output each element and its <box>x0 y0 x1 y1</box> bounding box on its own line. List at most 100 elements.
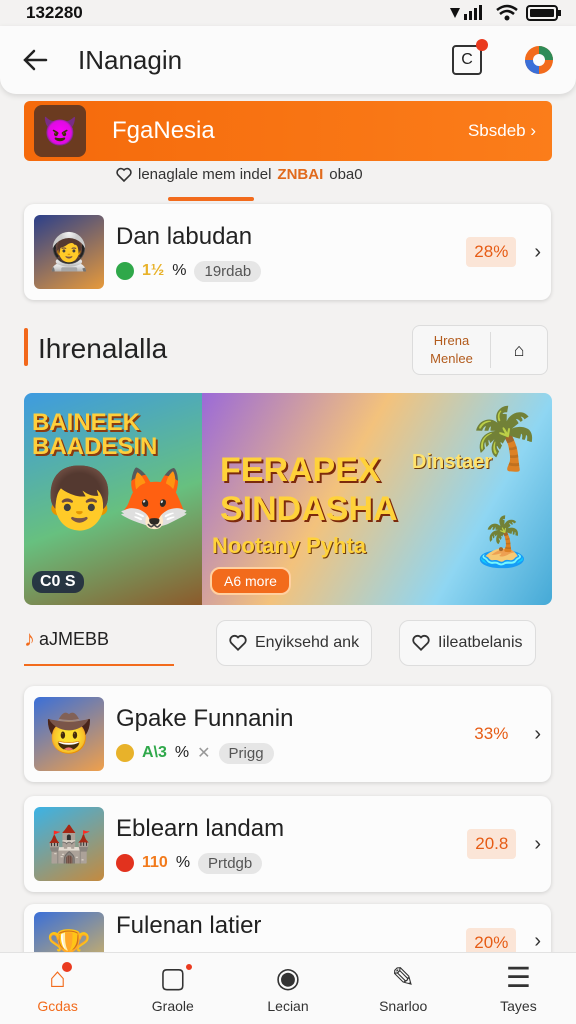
card-meta: A\3 % ✕ Prigg <box>116 742 466 764</box>
filter-main[interactable]: ♪ aJMEBB <box>24 626 109 652</box>
banner-left-title: BAINEEK BAADESIN <box>32 409 158 460</box>
chevron-right-icon[interactable]: › <box>534 723 541 746</box>
list-item[interactable]: 🏰 Eblearn landam 110 % Prtdgb 20.8 › <box>24 796 551 892</box>
card-body: Fulenan latier <box>116 912 466 940</box>
bottom-nav: ⌂ Gcdas ▢ Graole ◉ Lecian ✎ Snarloo ☰ Ta… <box>0 952 576 1024</box>
document-icon: ☰ <box>505 961 531 993</box>
notification-icon: C <box>461 51 473 68</box>
promo-link[interactable]: Sbsdeb › <box>468 121 536 141</box>
app-rating: 110 <box>142 854 168 871</box>
app-bar: INanagin C <box>0 26 576 94</box>
close-icon: ✕ <box>197 745 211 762</box>
featured-banner[interactable]: BAINEEK BAADESIN 👦🦊 C0 S FERAPEX SINDASH… <box>24 393 552 605</box>
filter-underline <box>24 664 174 666</box>
app-title: Gpake Funnanin <box>116 704 294 732</box>
palm-tree-image: 🌴 <box>467 405 542 472</box>
notification-button[interactable]: C <box>452 39 488 75</box>
section-more-label: Hrena Menlee <box>413 332 491 368</box>
notification-badge <box>476 39 488 51</box>
app-rating: A\3 <box>142 744 167 761</box>
tip-highlight: ZNBAI <box>277 166 324 183</box>
nav-item-lecian[interactable]: ◉ Lecian <box>230 953 345 1024</box>
banner-right-subtitle: Nootany Pyhta <box>212 533 367 558</box>
top-app-rating: 1½ <box>142 262 165 279</box>
battery-icon <box>526 5 561 21</box>
top-app-rating-suffix: % <box>172 262 187 279</box>
fire-icon <box>116 854 134 872</box>
app-percent: 33% <box>474 724 509 743</box>
app-title: Eblearn landam <box>116 814 285 842</box>
nav-item-home[interactable]: ⌂ Gcdas <box>0 953 115 1024</box>
tip-text: lenaglale mem indel <box>138 166 272 183</box>
chevron-right-icon[interactable]: › <box>534 241 541 264</box>
nav-badge <box>60 959 75 974</box>
chat-icon[interactable]: ⌂ <box>491 340 547 361</box>
heart-icon <box>229 634 247 652</box>
nav-label: Gcdas <box>37 997 78 1014</box>
card-meta: 110 % Prtdgb <box>116 852 467 874</box>
music-note-icon: ♪ <box>24 626 35 651</box>
section-more-button[interactable]: Hrena Menlee ⌂ <box>412 325 548 375</box>
banner-cta-button[interactable]: A6 more <box>210 567 291 595</box>
card-body: Gpake Funnanin A\3 % ✕ Prigg <box>116 705 466 764</box>
filter-chip-label: Enyiksehd ank <box>255 634 360 651</box>
tip-underline <box>168 197 254 201</box>
promo-avatar: 😈 <box>34 105 86 157</box>
app-icon: 🏰 <box>34 807 104 881</box>
tip-suffix: oba0 <box>329 166 363 183</box>
banner-left-panel[interactable]: BAINEEK BAADESIN 👦🦊 C0 S <box>24 393 202 605</box>
top-app-tag: 19rdab <box>194 260 262 282</box>
top-app-title: Dan labudan <box>116 222 253 250</box>
app-logo-icon[interactable] <box>522 43 556 77</box>
promo-name: FgaNesia <box>112 117 215 144</box>
app-percent: 20.8 <box>467 829 517 859</box>
app-icon: 🤠 <box>34 697 104 771</box>
status-bar: 132280 <box>0 0 576 26</box>
top-app-icon: 🧑‍🚀 <box>34 215 104 289</box>
heart-icon <box>412 634 430 652</box>
chevron-right-icon[interactable]: › <box>534 833 541 856</box>
tip-line: lenaglale mem indel ZNBAI oba0 <box>116 166 363 183</box>
card-body: Dan labudan 1½ % 19rdab <box>116 223 466 282</box>
card-meta: 1½ % 19rdab <box>116 260 466 282</box>
app-rating-suffix: % <box>175 854 191 871</box>
check-icon <box>116 262 134 280</box>
filter-chip[interactable]: Enyiksehd ank <box>216 620 373 666</box>
section-accent-bar <box>24 328 28 366</box>
banner-left-badge: C0 S <box>32 571 84 593</box>
back-arrow-icon[interactable] <box>20 45 50 75</box>
filter-main-label: aJMEBB <box>39 628 110 649</box>
filter-chip[interactable]: Iileatbelanis <box>399 620 536 666</box>
nav-label: Snarloo <box>379 997 428 1014</box>
app-tag: Prigg <box>218 742 274 764</box>
heart-icon <box>116 167 132 182</box>
card-body: Eblearn landam 110 % Prtdgb <box>116 815 467 874</box>
app-title: Fulenan latier <box>116 912 262 939</box>
home-icon: ⌂ <box>49 959 75 992</box>
nav-badge <box>184 961 195 972</box>
inbox-icon: ▢ <box>160 961 195 992</box>
list-item[interactable]: 🤠 Gpake Funnanin A\3 % ✕ Prigg 33% › <box>24 686 551 782</box>
treasure-image: 🏝️ <box>472 516 532 569</box>
top-app-percent: 28% <box>466 237 517 267</box>
page-title: INanagin <box>78 44 183 75</box>
edit-icon: ✎ <box>391 961 415 993</box>
top-app-card[interactable]: 🧑‍🚀 Dan labudan 1½ % 19rdab 28% › <box>24 204 551 300</box>
wifi-icon <box>496 4 518 21</box>
nav-label: Tayes <box>500 997 537 1014</box>
nav-item-graole[interactable]: ▢ Graole <box>115 953 230 1024</box>
bird-icon: ◉ <box>275 961 301 993</box>
banner-right-panel[interactable]: FERAPEX SINDASHA Dinstaer Nootany Pyhta … <box>202 393 552 605</box>
nav-label: Graole <box>151 997 194 1014</box>
app-rating-suffix: % <box>174 744 190 761</box>
app-tag: Prtdgb <box>198 852 263 874</box>
nav-label: Lecian <box>267 997 309 1014</box>
status-icons <box>448 4 562 22</box>
promo-banner[interactable]: 😈 FgaNesia Sbsdeb › <box>24 101 552 161</box>
filter-chip-label: Iileatbelanis <box>438 634 523 651</box>
chevron-right-icon[interactable]: › <box>534 930 541 953</box>
filter-row: ♪ aJMEBB Enyiksehd ank Iileatbelanis <box>24 620 552 668</box>
nav-item-tayes[interactable]: ☰ Tayes <box>461 953 576 1024</box>
nav-item-snarloo[interactable]: ✎ Snarloo <box>346 953 461 1024</box>
signal-icon <box>450 5 482 20</box>
